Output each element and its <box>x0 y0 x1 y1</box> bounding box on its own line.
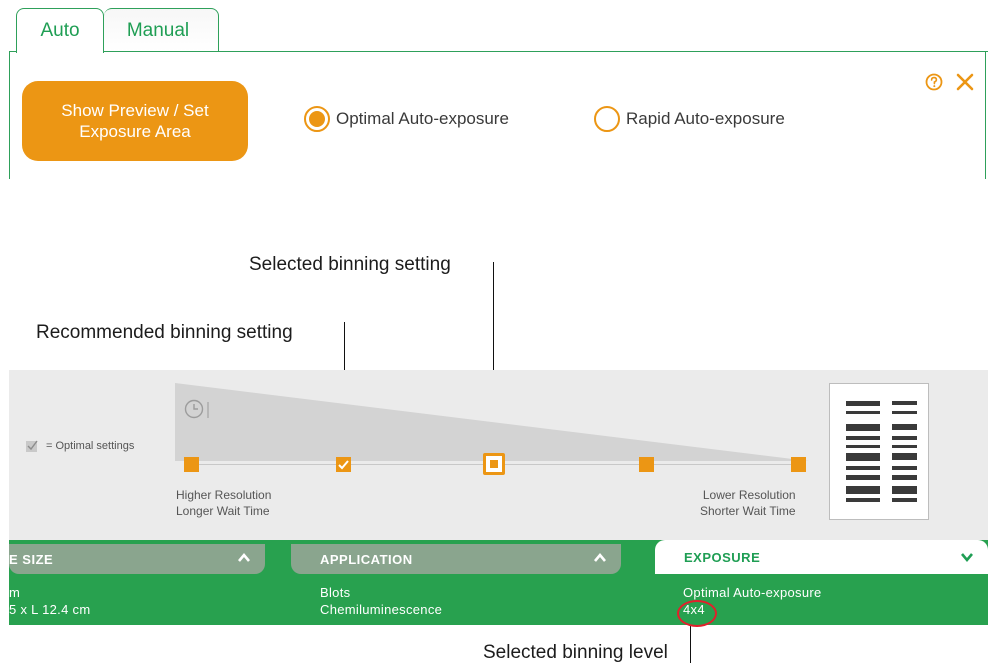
check-icon <box>338 460 349 470</box>
check-icon <box>26 440 38 452</box>
radio-rapid-auto-exposure[interactable]: Rapid Auto-exposure <box>594 106 785 132</box>
close-icon[interactable] <box>955 72 975 92</box>
optimal-settings-legend: = Optimal settings <box>25 438 134 453</box>
auto-panel-edge <box>972 51 986 179</box>
application-line2: Chemiluminescence <box>320 602 443 617</box>
section-exposure-header[interactable]: EXPOSURE <box>655 540 988 574</box>
right-label-line1: Lower Resolution <box>702 488 796 502</box>
section-application-header[interactable]: APPLICATION <box>291 544 621 574</box>
size-line1: m <box>9 585 21 600</box>
clock-icon <box>184 399 209 419</box>
binning-level-highlight <box>677 600 717 627</box>
size-line2: 5 x L 12.4 cm <box>9 602 91 617</box>
exposure-head-label: EXPOSURE <box>684 549 761 565</box>
annotation-recommended-setting: Recommended binning setting <box>36 322 293 343</box>
annotation-selected-level: Selected binning level <box>483 642 668 663</box>
binning-marker-selected[interactable] <box>483 453 505 475</box>
higher-resolution-label: Higher Resolution Longer Wait Time <box>176 487 271 519</box>
exposure-line1: Optimal Auto-exposure <box>683 585 822 600</box>
section-size-header[interactable]: E SIZE <box>9 544 265 574</box>
show-preview-button[interactable]: Show Preview / Set Exposure Area <box>22 81 248 161</box>
blot-thumbnail <box>829 383 929 520</box>
binning-marker-recommended[interactable] <box>336 457 351 472</box>
chevron-down-icon <box>961 553 973 563</box>
radio-optimal-auto-exposure[interactable]: Optimal Auto-exposure <box>304 106 509 132</box>
annotation-selected-setting: Selected binning setting <box>249 254 451 275</box>
leader-selected-level <box>690 625 691 663</box>
binning-marker[interactable] <box>639 457 654 472</box>
radio-optimal-label: Optimal Auto-exposure <box>336 109 509 128</box>
right-label-line2: Shorter Wait Time <box>700 504 796 518</box>
size-head-label: E SIZE <box>9 551 54 567</box>
tab-manual[interactable]: Manual <box>104 8 219 52</box>
radio-unselected-icon <box>594 106 620 132</box>
tab-auto[interactable]: Auto <box>16 8 104 53</box>
show-preview-label: Show Preview / Set Exposure Area <box>61 101 209 141</box>
binning-marker[interactable] <box>791 457 806 472</box>
chevron-up-icon <box>238 552 250 562</box>
application-head-label: APPLICATION <box>320 551 413 567</box>
left-label-line1: Higher Resolution <box>176 488 272 502</box>
tab-auto-label: Auto <box>40 20 80 41</box>
size-summary: m 5 x L 12.4 cm <box>9 584 90 618</box>
binning-marker[interactable] <box>184 457 199 472</box>
chevron-up-icon <box>594 552 606 562</box>
left-label-line2: Longer Wait Time <box>176 504 270 518</box>
radio-rapid-label: Rapid Auto-exposure <box>626 109 785 128</box>
application-line1: Blots <box>320 585 351 600</box>
lower-resolution-label: Lower Resolution Shorter Wait Time <box>700 487 796 519</box>
help-icon[interactable] <box>925 73 943 91</box>
legend-label: = Optimal settings <box>46 439 135 452</box>
radio-selected-icon <box>304 106 330 132</box>
application-summary: Blots Chemiluminescence <box>320 584 442 618</box>
tab-manual-label: Manual <box>126 19 190 41</box>
